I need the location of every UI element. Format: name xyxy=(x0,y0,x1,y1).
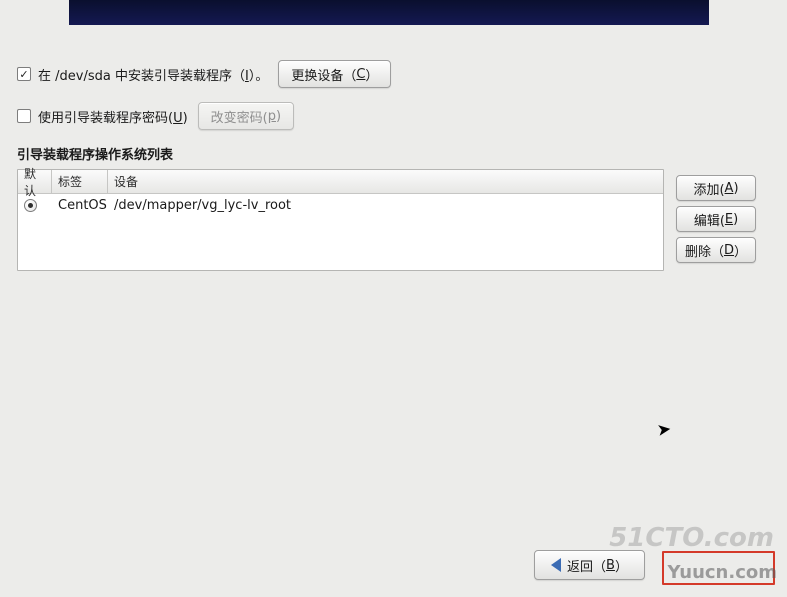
row-device: /dev/mapper/vg_lyc-lv_root xyxy=(114,198,657,213)
row-label: CentOS xyxy=(58,198,114,213)
use-password-checkbox[interactable] xyxy=(17,109,31,123)
default-radio[interactable] xyxy=(24,199,37,212)
table-header: 默认 标签 设备 xyxy=(18,170,663,194)
col-label-header[interactable]: 标签 xyxy=(52,170,108,193)
mouse-cursor-icon: ➤ xyxy=(656,419,673,441)
install-bootloader-label: 在 /dev/sda 中安装引导装载程序（I）。 xyxy=(38,65,268,84)
arrow-left-icon xyxy=(551,558,561,572)
col-device-header[interactable]: 设备 xyxy=(108,170,663,193)
header-banner xyxy=(69,0,709,25)
delete-button[interactable]: 删除（D） xyxy=(676,237,756,263)
os-list-title: 引导装载程序操作系统列表 xyxy=(17,144,664,163)
watermark-51cto: 51CTO.com xyxy=(609,523,774,553)
install-bootloader-checkbox[interactable] xyxy=(17,67,31,81)
edit-button[interactable]: 编辑(E) xyxy=(676,206,756,232)
back-button[interactable]: 返回（B） xyxy=(534,550,645,580)
os-table: 默认 标签 设备 CentOS /dev/mapper/vg_lyc-lv_ro… xyxy=(17,169,664,271)
change-device-button[interactable]: 更换设备（C） xyxy=(278,60,391,88)
table-row[interactable]: CentOS /dev/mapper/vg_lyc-lv_root xyxy=(18,194,663,217)
col-default-header[interactable]: 默认 xyxy=(18,170,52,193)
row-default-radio-cell xyxy=(24,199,58,212)
use-password-label: 使用引导装载程序密码(U) xyxy=(38,107,188,126)
watermark-yuucn: Yuucn.com xyxy=(668,562,777,583)
change-password-button: 改变密码(p) xyxy=(198,102,294,130)
add-button[interactable]: 添加(A) xyxy=(676,175,756,201)
